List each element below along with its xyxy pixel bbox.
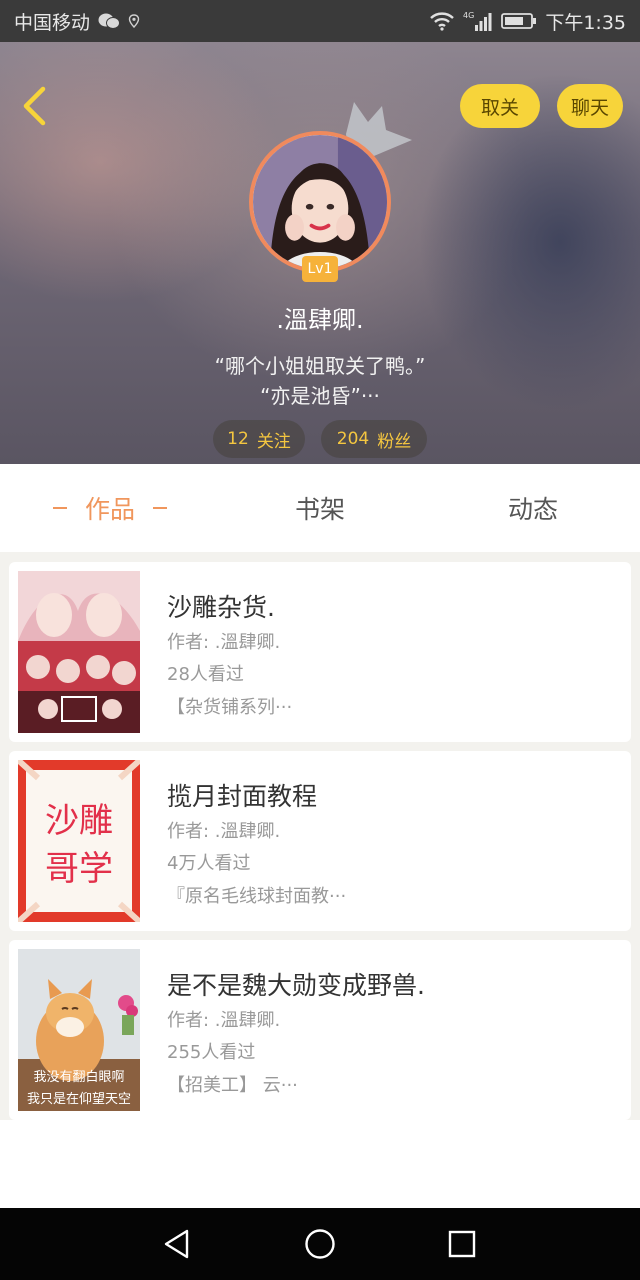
tab-indicator-right (153, 507, 167, 509)
book-cover[interactable] (18, 571, 140, 733)
status-bar: 中国移动 4G 下午1:35 (0, 0, 640, 42)
book-title: 是不是魏大勋变成野兽. (167, 971, 425, 1000)
cover-title-2: 哥学 (45, 849, 113, 889)
cover-image: 沙雕 哥学 (18, 760, 140, 922)
carrier-name: 中国移动 (14, 11, 91, 34)
tab-works-label: 作品 (84, 495, 135, 524)
avatar[interactable] (249, 131, 391, 273)
book-views: 4万人看过 (167, 853, 251, 874)
nav-back-button[interactable] (157, 1224, 197, 1264)
book-cover[interactable]: 沙雕 哥学 (18, 760, 140, 922)
book-author: 作者: .溫肆卿. (167, 632, 281, 653)
book-author: 作者: .溫肆卿. (167, 1010, 281, 1031)
wechat-icon (98, 12, 121, 30)
battery-icon (501, 12, 537, 30)
tab-shelf[interactable]: 书架 (240, 464, 400, 552)
book-title: 揽月封面教程 (167, 782, 318, 811)
location-icon (128, 14, 140, 28)
tab-works[interactable]: 作品 (30, 464, 190, 552)
wifi-icon (429, 11, 455, 31)
following-stat[interactable]: 12 关注 (213, 420, 305, 458)
bio-line-1: “哪个小姐姐取关了鸭。” (214, 354, 426, 378)
following-count: 12 (227, 429, 249, 449)
following-label: 关注 (256, 431, 291, 452)
book-desc: 【杂货铺系列··· (167, 697, 293, 718)
clock: 下午1:35 (545, 11, 626, 34)
back-button[interactable] (14, 82, 54, 130)
cover-title-1: 沙雕 (45, 801, 113, 841)
fans-label: 粉丝 (377, 431, 412, 452)
list-footer-space (0, 1120, 640, 1208)
system-nav-bar (0, 1208, 640, 1280)
triangle-back-icon (164, 1229, 189, 1259)
book-desc: 【招美工】 云··· (167, 1075, 298, 1096)
network-type: 4G (463, 11, 474, 20)
fans-stat[interactable]: 204 粉丝 (321, 420, 427, 458)
bio-line-2: “亦是池昏”··· (260, 384, 380, 408)
back-arrow-icon (23, 86, 46, 126)
list-item[interactable]: 我没有翻白眼啊 我只是在仰望天空 是不是魏大勋变成野兽. 作者: .溫肆卿. 2… (9, 940, 631, 1120)
profile-tabs: 作品 书架 动态 (0, 464, 640, 552)
level-badge: Lv1 (302, 256, 338, 282)
tab-feed[interactable]: 动态 (453, 464, 613, 552)
fans-count: 204 (336, 429, 370, 449)
book-desc: 『原名毛线球封面教··· (167, 886, 347, 907)
book-title: 沙雕杂货. (167, 593, 275, 622)
list-item[interactable]: 沙雕 哥学 揽月封面教程 作者: .溫肆卿. 4万人看过 『原名毛线球封面教··… (9, 751, 631, 931)
tab-indicator-left (52, 507, 67, 509)
cover-caption-2: 我只是在仰望天空 (27, 1091, 131, 1107)
book-author: 作者: .溫肆卿. (167, 821, 281, 842)
status-right: 4G 下午1:35 (429, 8, 626, 35)
book-views: 28人看过 (167, 664, 244, 685)
signal-icon: 4G (463, 10, 493, 32)
nav-home-button[interactable] (300, 1224, 340, 1264)
book-views: 255人看过 (167, 1042, 256, 1063)
username: .溫肆卿. (276, 306, 364, 334)
nav-recent-button[interactable] (442, 1224, 482, 1264)
unfollow-button[interactable]: 取关 (460, 84, 540, 128)
status-left: 中国移动 (14, 8, 140, 35)
cover-image: 我没有翻白眼啊 我只是在仰望天空 (18, 949, 140, 1111)
cover-image (18, 571, 140, 733)
list-item[interactable]: 沙雕杂货. 作者: .溫肆卿. 28人看过 【杂货铺系列··· (9, 562, 631, 742)
book-cover[interactable]: 我没有翻白眼啊 我只是在仰望天空 (18, 949, 140, 1111)
avatar-image (253, 135, 387, 269)
circle-home-icon (305, 1229, 335, 1259)
book-list: 沙雕杂货. 作者: .溫肆卿. 28人看过 【杂货铺系列··· 沙雕 哥学 揽月… (0, 552, 640, 1120)
square-recent-icon (448, 1230, 476, 1258)
profile-header: 取关 聊天 Lv1 .溫肆卿. “哪个小姐姐取关了鸭。” “亦是池昏”··· 1… (0, 42, 640, 464)
cover-caption-1: 我没有翻白眼啊 (33, 1069, 124, 1085)
chat-button[interactable]: 聊天 (557, 84, 623, 128)
